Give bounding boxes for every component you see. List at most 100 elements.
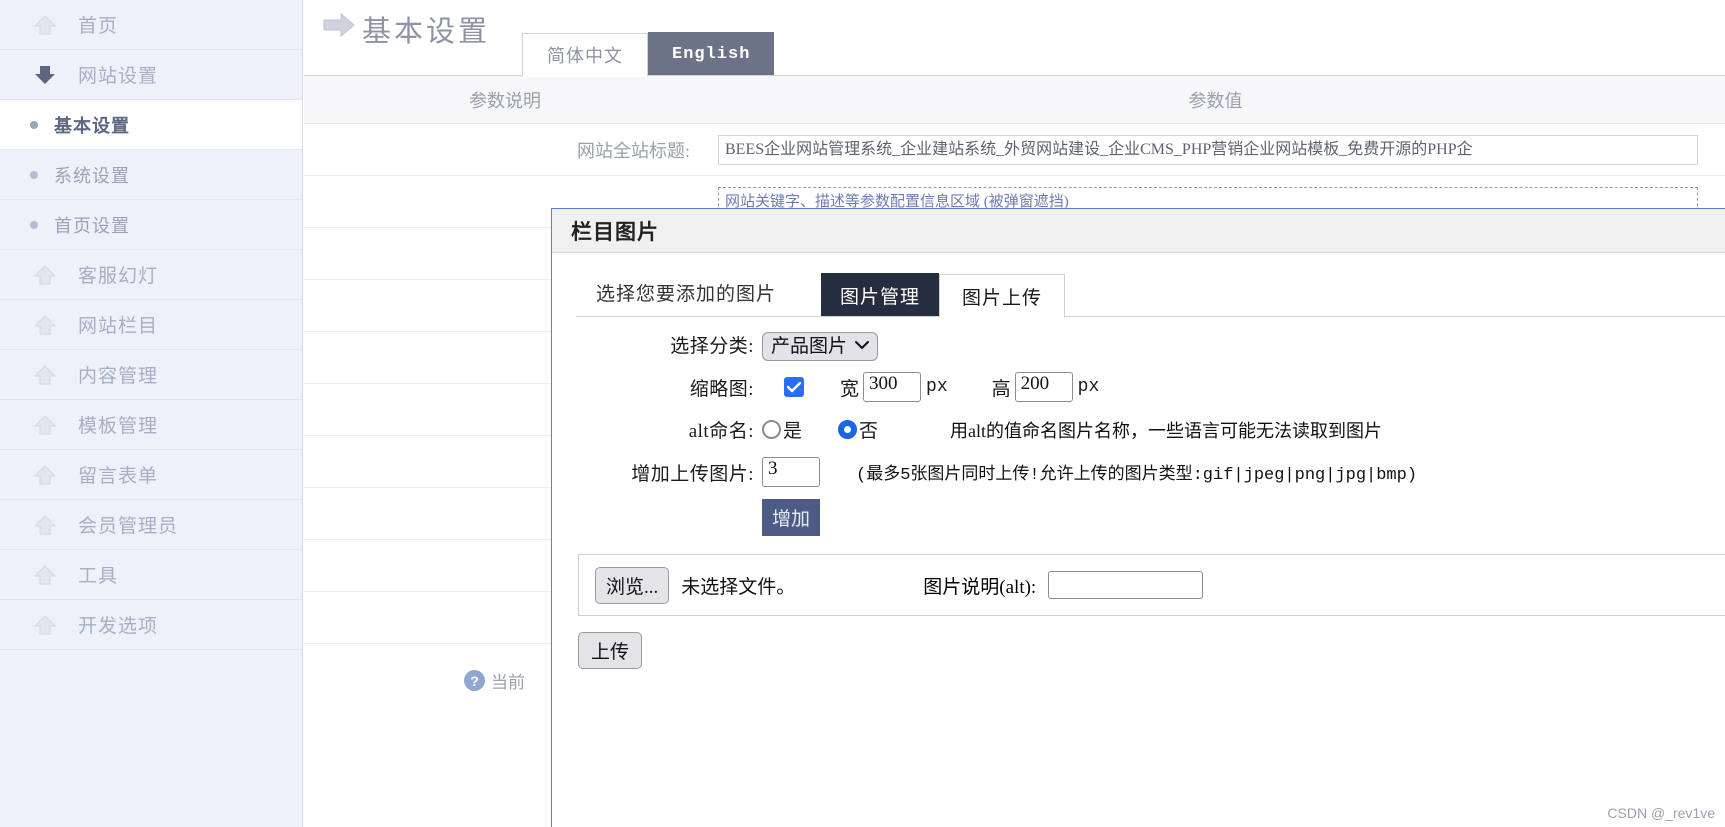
dialog-title: 栏目图片 bbox=[571, 219, 659, 244]
dialog-intro-text: 选择您要添加的图片 bbox=[596, 284, 777, 305]
row-label: 网站全站标题: bbox=[576, 140, 690, 161]
sidebar-item-label: 工具 bbox=[78, 566, 119, 587]
alt-naming-row: alt命名: 是 否 用alt的值命名图片名称，一些语言可能无法读取到图片 bbox=[552, 416, 1725, 443]
sidebar-item-member-admin[interactable]: 会员管理员 bbox=[0, 500, 302, 550]
sidebar-item-tools[interactable]: 工具 bbox=[0, 550, 302, 600]
tab-label: English bbox=[672, 44, 751, 64]
sidebar-item-message-form[interactable]: 留言表单 bbox=[0, 450, 302, 500]
up-arrow-icon bbox=[32, 512, 58, 538]
tab-simplified-chinese[interactable]: 简体中文 bbox=[522, 33, 648, 77]
language-tabs: 简体中文 English bbox=[522, 32, 775, 77]
dialog-tabs-divider bbox=[576, 316, 1725, 317]
alt-naming-no-label: 否 bbox=[859, 421, 879, 442]
sidebar-item-home-settings[interactable]: 首页设置 bbox=[0, 200, 302, 250]
row-field: BEES企业网站管理系统_企业建站系统_外贸网站建设_企业CMS_PHP营销企业… bbox=[706, 134, 1725, 165]
sidebar-item-label: 模板管理 bbox=[78, 416, 159, 437]
up-arrow-icon bbox=[32, 462, 58, 488]
sidebar-item-label: 留言表单 bbox=[78, 466, 159, 487]
sidebar-item-content-management[interactable]: 内容管理 bbox=[0, 350, 302, 400]
up-arrow-icon bbox=[32, 412, 58, 438]
help-hint-text: 当前 bbox=[491, 673, 525, 692]
tab-image-upload[interactable]: 图片上传 bbox=[939, 274, 1066, 318]
sidebar-item-label: 网站设置 bbox=[78, 66, 159, 87]
sidebar-item-label: 基本设置 bbox=[54, 115, 130, 136]
sidebar-item-label: 首页 bbox=[78, 16, 119, 37]
add-button-row: 增加 bbox=[552, 487, 1725, 536]
browse-button[interactable]: 浏览... bbox=[595, 566, 670, 604]
page-title: 基本设置 bbox=[322, 0, 490, 50]
image-alt-label: 图片说明(alt): bbox=[923, 576, 1037, 598]
sidebar-item-basic-settings[interactable]: 基本设置 bbox=[0, 100, 302, 150]
watermark: CSDN @_rev1ve bbox=[1607, 805, 1715, 821]
sidebar-item-label: 内容管理 bbox=[78, 366, 159, 387]
up-arrow-icon bbox=[32, 12, 58, 38]
tab-label: 图片管理 bbox=[840, 286, 921, 308]
alt-naming-yes-label: 是 bbox=[783, 421, 803, 442]
dialog-title-bar: 栏目图片 bbox=[552, 209, 1725, 253]
site-title-input[interactable]: BEES企业网站管理系统_企业建站系统_外贸网站建设_企业CMS_PHP营销企业… bbox=[718, 134, 1698, 165]
header-divider bbox=[304, 75, 1725, 76]
alt-naming-label: alt命名: bbox=[688, 421, 754, 442]
height-input[interactable]: 200 bbox=[1014, 372, 1073, 402]
sidebar-item-label: 系统设置 bbox=[54, 165, 130, 186]
upload-button[interactable]: 上传 bbox=[578, 632, 643, 669]
up-arrow-icon bbox=[32, 262, 58, 288]
column-header-value: 参数值 bbox=[1188, 90, 1243, 111]
question-mark-icon: ? bbox=[464, 670, 485, 691]
tab-label: 简体中文 bbox=[547, 46, 623, 66]
category-select-wrap: 产品图片 bbox=[762, 331, 879, 361]
page-title-text: 基本设置 bbox=[362, 16, 491, 48]
image-alt-input[interactable] bbox=[1048, 571, 1204, 599]
sidebar-item-service-slider[interactable]: 客服幻灯 bbox=[0, 250, 302, 300]
add-upload-label: 增加上传图片: bbox=[631, 463, 754, 485]
sidebar-item-home[interactable]: 首页 bbox=[0, 0, 302, 50]
category-row: 选择分类: 产品图片 bbox=[552, 331, 1725, 361]
tab-label: 图片上传 bbox=[962, 287, 1043, 309]
add-upload-row: 增加上传图片: 3 (最多5张图片同时上传!允许上传的图片类型:gif|jpeg… bbox=[552, 457, 1725, 487]
sidebar: 首页 网站设置 基本设置 系统设置 首页设置 客服幻灯 网站栏目 内容管理 模板… bbox=[0, 0, 303, 827]
sidebar-item-label: 会员管理员 bbox=[78, 516, 179, 537]
dialog-tabs: 选择您要添加的图片 图片管理 图片上传 bbox=[552, 263, 1725, 318]
alt-naming-radio-no[interactable] bbox=[838, 420, 858, 439]
tab-english[interactable]: English bbox=[648, 32, 775, 76]
thumbnail-checkbox[interactable] bbox=[784, 377, 804, 397]
thumbnail-row: 缩略图: 宽 300 px 高 200 px bbox=[552, 372, 1725, 402]
sidebar-item-label: 客服幻灯 bbox=[78, 266, 159, 287]
category-label: 选择分类: bbox=[670, 336, 754, 357]
height-unit: px bbox=[1077, 377, 1100, 397]
upload-button-row: 上传 bbox=[552, 616, 1725, 669]
alt-naming-radio-yes[interactable] bbox=[762, 420, 781, 439]
add-button[interactable]: 增加 bbox=[762, 499, 821, 536]
up-arrow-icon bbox=[32, 612, 58, 638]
height-label: 高 bbox=[991, 378, 1011, 400]
bullet-icon bbox=[30, 120, 38, 129]
sidebar-item-dev-options[interactable]: 开发选项 bbox=[0, 600, 302, 650]
right-arrow-icon bbox=[322, 11, 356, 47]
tab-image-manage[interactable]: 图片管理 bbox=[821, 273, 940, 317]
sidebar-item-template-management[interactable]: 模板管理 bbox=[0, 400, 302, 450]
params-table-header: 参数说明 参数值 bbox=[304, 76, 1725, 124]
sidebar-item-site-columns[interactable]: 网站栏目 bbox=[0, 300, 302, 350]
sidebar-item-label: 开发选项 bbox=[78, 616, 159, 637]
sidebar-item-label: 网站栏目 bbox=[78, 316, 159, 337]
add-upload-hint: (最多5张图片同时上传!允许上传的图片类型:gif|jpeg|png|jpg|b… bbox=[856, 466, 1418, 485]
down-arrow-icon bbox=[32, 62, 58, 88]
table-row: 网站全站标题: BEES企业网站管理系统_企业建站系统_外贸网站建设_企业CMS… bbox=[304, 124, 1725, 176]
sidebar-item-system-settings[interactable]: 系统设置 bbox=[0, 150, 302, 200]
bullet-icon bbox=[30, 220, 38, 229]
thumbnail-label: 缩略图: bbox=[689, 378, 754, 400]
width-label: 宽 bbox=[840, 378, 860, 400]
sidebar-item-site-settings[interactable]: 网站设置 bbox=[0, 50, 302, 100]
category-select[interactable]: 产品图片 bbox=[762, 332, 879, 361]
width-input[interactable]: 300 bbox=[863, 372, 922, 402]
help-hint: ? 当前 bbox=[464, 668, 525, 693]
file-upload-row: 浏览... 未选择文件。 图片说明(alt): bbox=[578, 554, 1725, 616]
up-arrow-icon bbox=[32, 362, 58, 388]
width-unit: px bbox=[926, 377, 948, 397]
up-arrow-icon bbox=[32, 562, 58, 588]
column-image-dialog: 栏目图片 选择您要添加的图片 图片管理 图片上传 选择分类: 产品图片 缩略图:… bbox=[551, 208, 1725, 827]
alt-naming-hint: 用alt的值命名图片名称，一些语言可能无法读取到图片 bbox=[950, 420, 1383, 441]
column-header-description: 参数说明 bbox=[469, 90, 541, 111]
add-upload-input[interactable]: 3 bbox=[762, 457, 820, 487]
sidebar-item-label: 首页设置 bbox=[54, 215, 130, 236]
